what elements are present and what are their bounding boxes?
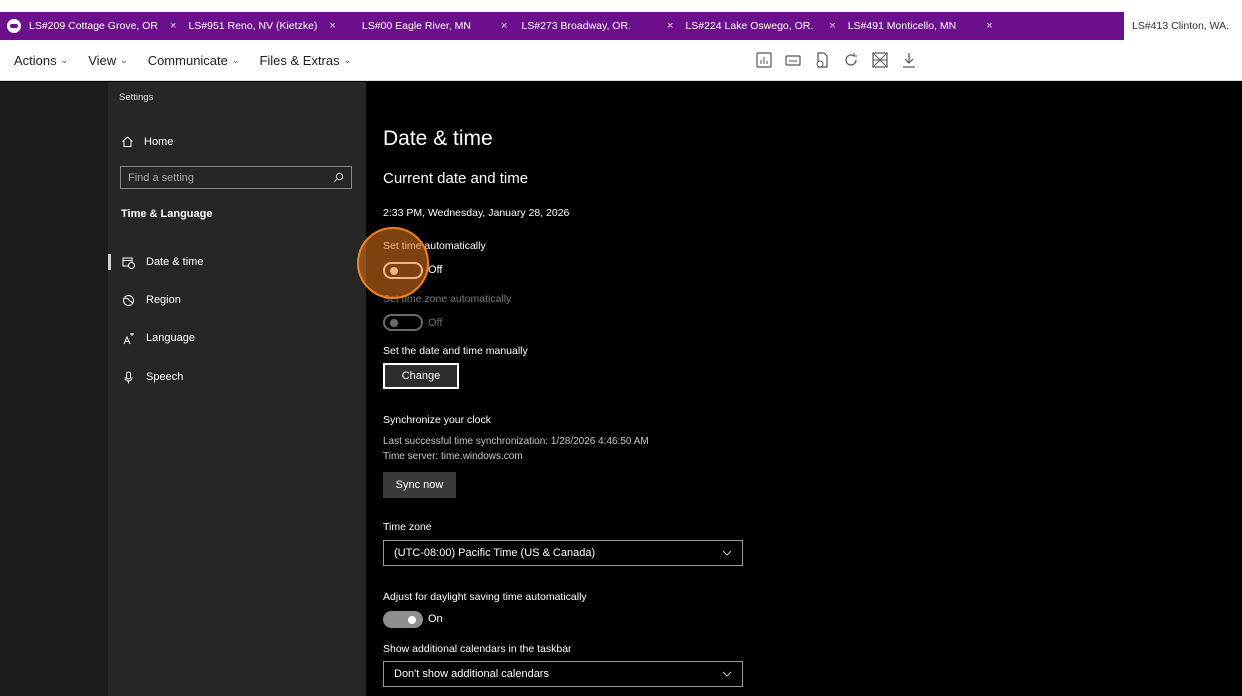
sidebar-item-label: Region (146, 294, 181, 306)
session-tab[interactable]: LS#224 Lake Oswego, OR. × (685, 12, 847, 40)
tab-label: LS#413 Clinton, WA. (1132, 20, 1230, 32)
dst-state: On (428, 613, 443, 625)
session-tab-active[interactable]: LS#413 Clinton, WA. (1124, 12, 1242, 40)
nav-home[interactable]: Home (121, 135, 173, 148)
chart-icon[interactable] (754, 50, 774, 70)
language-icon (121, 331, 135, 345)
tab-close-icon[interactable]: × (501, 20, 507, 32)
microphone-icon (121, 370, 135, 384)
set-manual-label: Set the date and time manually (383, 345, 528, 357)
tab-label: LS#273 Broadway, OR. (521, 20, 631, 32)
time-server-text: Time server: time.windows.com (383, 451, 523, 462)
keyboard-icon[interactable] (783, 50, 803, 70)
menu-label: View (88, 52, 117, 68)
menu-label: Communicate (147, 52, 228, 68)
settings-content: Date & time Current date and time 2:33 P… (366, 82, 1242, 696)
search-placeholder: Find a setting (128, 171, 195, 184)
change-button[interactable]: Change (383, 363, 459, 389)
session-tab-bar: LS#209 Cottage Grove, OR × LS#951 Reno, … (0, 12, 1242, 40)
tab-label: LS#00 Eagle River, MN (361, 20, 471, 32)
menu-label: Files & Extras (259, 52, 340, 68)
remote-screen[interactable]: Settings Home Find a setting Time & Lang… (0, 82, 1242, 696)
toolbar-icons (754, 50, 928, 70)
desktop-strip (0, 82, 108, 696)
download-icon[interactable] (899, 50, 919, 70)
sidebar-item-label: Language (146, 332, 195, 344)
time-zone-label: Time zone (383, 521, 432, 533)
calendar-clock-icon (121, 255, 135, 269)
settings-nav-pane: Settings Home Find a setting Time & Lang… (108, 82, 366, 696)
tab-label: LS#491 Monticello, MN (847, 20, 957, 32)
home-icon (122, 136, 133, 147)
session-tab[interactable]: LS#273 Broadway, OR. × (521, 12, 685, 40)
menu-view[interactable]: View ⌄ (88, 53, 128, 68)
sidebar-item-date-time[interactable]: Date & time (108, 249, 366, 275)
teamviewer-logo-icon (7, 19, 21, 33)
session-tab[interactable]: LS#491 Monticello, MN × (848, 12, 1005, 40)
chevron-down-icon: ⌄ (231, 54, 240, 65)
chevron-down-icon (722, 671, 732, 677)
last-sync-text: Last successful time synchronization: 1/… (383, 436, 649, 447)
sidebar-item-speech[interactable]: Speech (108, 364, 366, 390)
sidebar-item-label: Date & time (146, 256, 204, 268)
screen-off-icon[interactable] (870, 50, 890, 70)
toggle-knob (408, 615, 416, 624)
calendars-label: Show additional calendars in the taskbar (383, 643, 572, 655)
set-zone-auto-toggle[interactable] (383, 314, 423, 331)
tab-close-icon[interactable]: × (986, 20, 992, 32)
menu-actions[interactable]: Actions ⌄ (14, 53, 68, 68)
tab-label: LS#209 Cottage Grove, OR (29, 20, 158, 32)
current-datetime: 2:33 PM, Wednesday, January 28, 2026 (383, 207, 570, 219)
nav-home-label: Home (144, 135, 174, 148)
tab-close-icon[interactable]: × (829, 20, 835, 32)
tab-close-icon[interactable]: × (667, 20, 673, 32)
tab-close-icon[interactable]: × (329, 20, 335, 32)
calendars-select[interactable]: Don't show additional calendars (383, 661, 743, 687)
page-title: Date & time (383, 127, 493, 150)
menu-files-extras[interactable]: Files & Extras ⌄ (259, 53, 351, 68)
remote-menu-bar: Actions ⌄ View ⌄ Communicate ⌄ Files & Extr… (0, 40, 1242, 81)
menu-communicate[interactable]: Communicate ⌄ (148, 53, 240, 68)
sync-now-button[interactable]: Sync now (383, 472, 456, 498)
toggle-knob (390, 319, 398, 327)
sidebar-item-language[interactable]: Language (108, 325, 366, 351)
menu-label: Actions (14, 52, 57, 68)
section-title: Time & Language (121, 208, 213, 220)
tab-label: LS#951 Reno, NV (Kietzke) (188, 20, 318, 32)
time-zone-value: (UTC-08:00) Pacific Time (US & Canada) (394, 547, 596, 559)
chevron-down-icon: ⌄ (343, 54, 352, 65)
chevron-down-icon (722, 550, 732, 556)
find-setting-input[interactable]: Find a setting (120, 166, 352, 189)
session-tab[interactable]: LS#209 Cottage Grove, OR × (29, 12, 188, 40)
set-zone-auto-state: Off (428, 317, 443, 329)
chevron-down-icon: ⌄ (60, 54, 69, 65)
file-transfer-icon[interactable] (812, 50, 832, 70)
click-highlight-indicator (357, 227, 429, 299)
sidebar-item-region[interactable]: Region (108, 287, 366, 313)
dst-toggle[interactable] (383, 611, 423, 628)
session-tab[interactable]: LS#951 Reno, NV (Kietzke) × (188, 12, 347, 40)
globe-icon (121, 293, 135, 307)
tab-label: LS#224 Lake Oswego, OR. (685, 20, 814, 32)
sync-heading: Synchronize your clock (383, 414, 491, 426)
top-strip (0, 0, 1242, 12)
time-zone-select[interactable]: (UTC-08:00) Pacific Time (US & Canada) (383, 540, 743, 566)
tab-close-icon[interactable]: × (170, 20, 176, 32)
restart-icon[interactable] (841, 50, 861, 70)
search-icon (333, 172, 344, 183)
sidebar-item-label: Speech (146, 371, 184, 383)
window-caption: Settings (119, 92, 154, 103)
calendars-value: Don't show additional calendars (394, 668, 549, 680)
session-tab[interactable]: LS#00 Eagle River, MN × (362, 12, 522, 40)
dst-label: Adjust for daylight saving time automati… (383, 591, 587, 603)
chevron-down-icon: ⌄ (120, 54, 128, 65)
set-time-auto-state: Off (428, 264, 443, 276)
section-heading: Current date and time (383, 170, 529, 187)
